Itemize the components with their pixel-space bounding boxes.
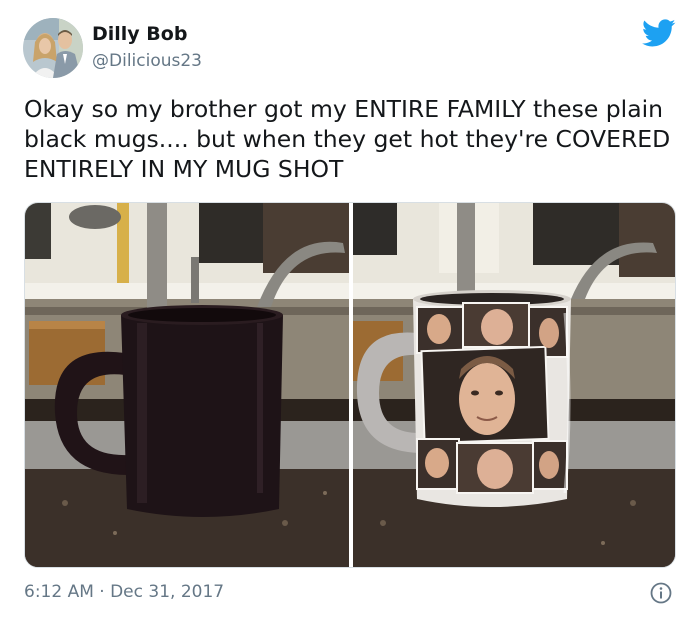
media-grid[interactable] (24, 202, 676, 568)
author-name[interactable]: Dilly Bob (92, 23, 187, 45)
tweet-card: Dilly Bob @Dilicious23 Okay so my brothe… (0, 0, 700, 618)
twitter-bird-icon[interactable] (641, 16, 676, 50)
info-icon[interactable] (650, 582, 672, 604)
avatar[interactable] (23, 18, 83, 78)
mug-hot-faces-photo[interactable] (353, 203, 675, 567)
tweet-timestamp[interactable]: 6:12 AM · Dec 31, 2017 (24, 582, 224, 602)
black-mug-cold-photo[interactable] (25, 203, 349, 567)
tweet-text: Okay so my brother got my ENTIRE FAMILY … (24, 95, 671, 183)
author-handle[interactable]: @Dilicious23 (92, 51, 202, 71)
